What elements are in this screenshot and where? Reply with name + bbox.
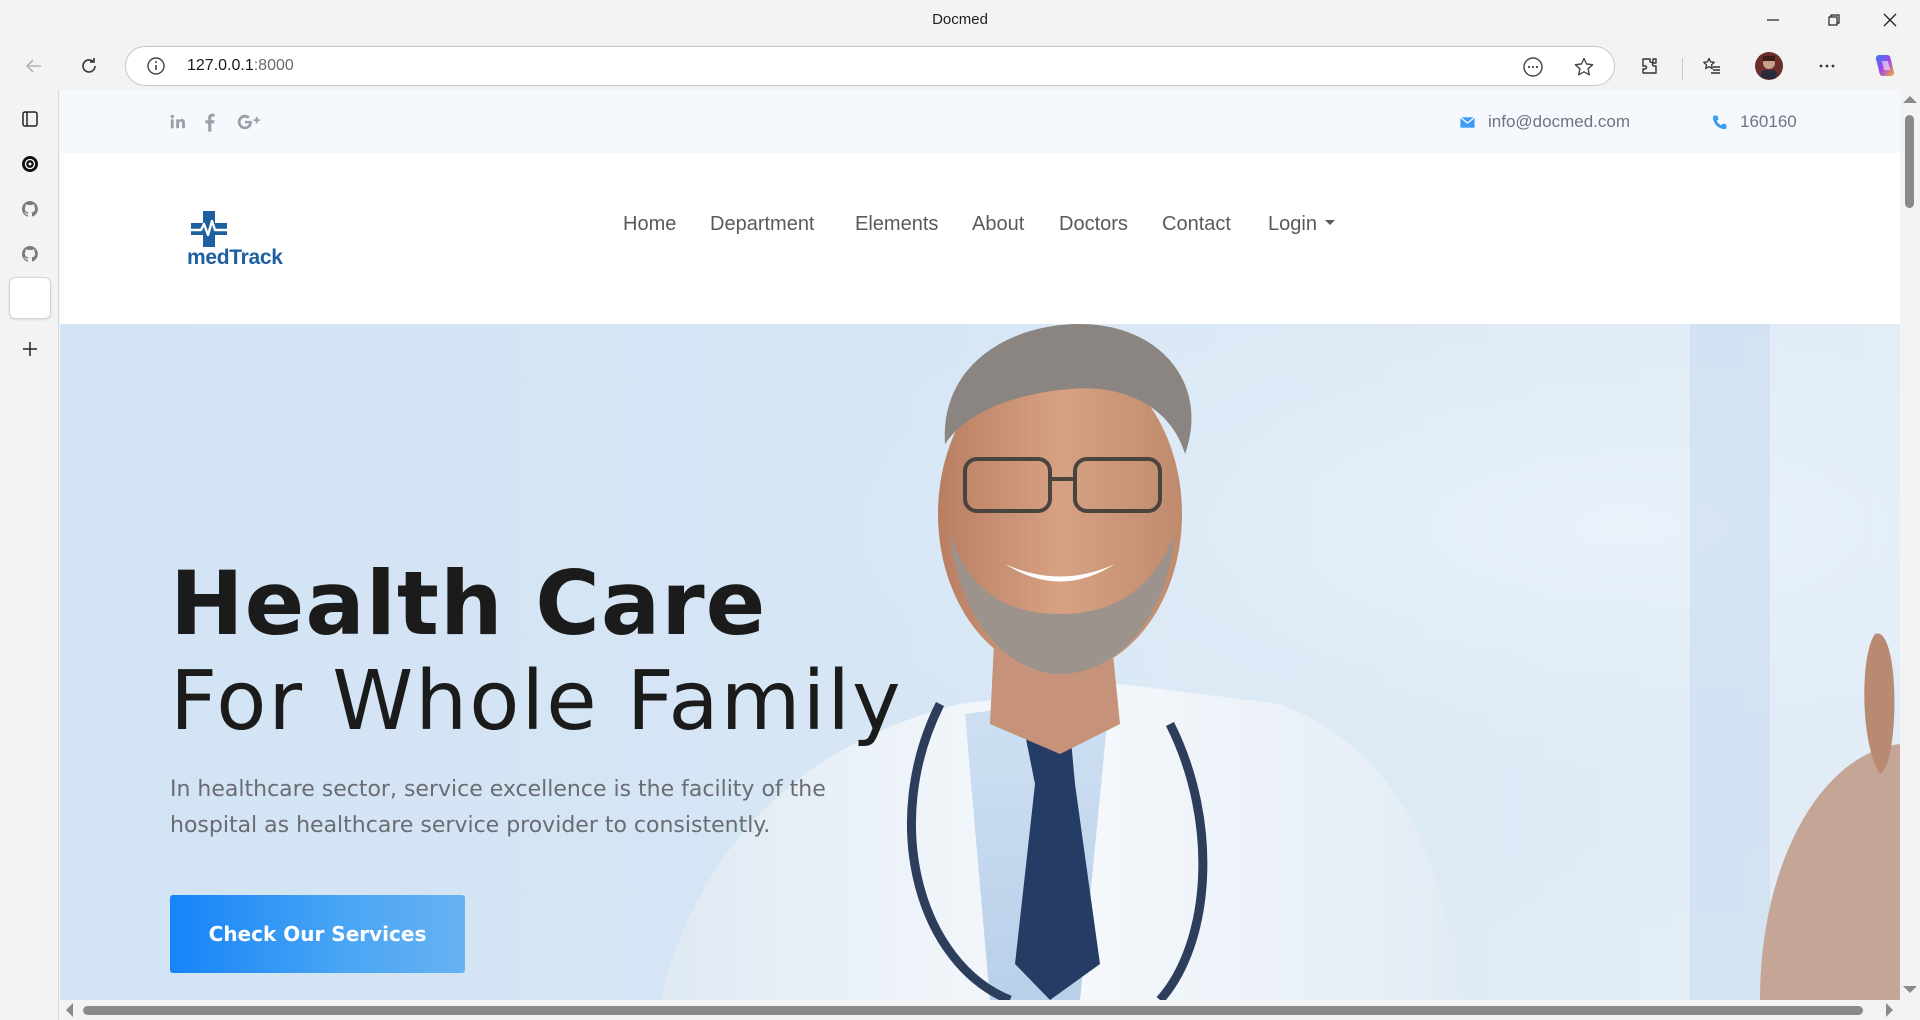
scroll-up-arrow-icon[interactable] xyxy=(1903,96,1917,103)
tab-actions-button[interactable] xyxy=(14,103,46,135)
tabs-icon xyxy=(22,111,38,127)
nav-login-label: Login xyxy=(1268,213,1317,235)
hero-subtitle: For Whole Family xyxy=(170,654,903,749)
phone-text: 160160 xyxy=(1740,112,1797,131)
reading-mode-icon[interactable] xyxy=(1522,56,1544,78)
minimize-button[interactable] xyxy=(1747,0,1799,40)
refresh-button[interactable] xyxy=(71,48,107,84)
refresh-icon xyxy=(82,58,96,73)
window-titlebar: Docmed xyxy=(0,0,1920,40)
openai-icon xyxy=(22,156,38,172)
linkedin-icon xyxy=(170,114,185,129)
linkedin-link[interactable] xyxy=(168,110,188,134)
favorites-list-icon xyxy=(1703,57,1720,74)
copilot-button[interactable] xyxy=(1866,48,1902,84)
avatar xyxy=(1755,52,1783,80)
copilot-icon xyxy=(1875,55,1895,76)
window-title: Docmed xyxy=(932,11,988,28)
page-viewport: info@docmed.com 160160 medTrack Home Dep… xyxy=(60,90,1900,1000)
plus-icon xyxy=(23,342,37,356)
logo-wordmark: medTrack xyxy=(187,246,283,269)
browser-toolbar: 127.0.0.1:8000 xyxy=(0,40,1920,90)
puzzle-icon xyxy=(1642,58,1657,74)
site-info-icon[interactable] xyxy=(146,56,166,76)
back-button[interactable] xyxy=(16,48,52,84)
hero-title: Health Care xyxy=(170,552,767,655)
header-topbar: info@docmed.com 160160 xyxy=(60,90,1900,153)
email-text: info@docmed.com xyxy=(1488,112,1630,131)
github-icon xyxy=(21,201,38,217)
more-menu-button[interactable] xyxy=(1809,48,1845,84)
header-email[interactable]: info@docmed.com xyxy=(1459,110,1630,134)
toolbar-divider xyxy=(1682,58,1683,80)
profile-button[interactable] xyxy=(1751,48,1787,84)
github-icon xyxy=(21,246,38,262)
facebook-icon xyxy=(204,113,215,132)
caret-down-icon xyxy=(1324,220,1335,226)
extensions-button[interactable] xyxy=(1631,48,1667,84)
address-bar[interactable]: 127.0.0.1:8000 xyxy=(125,46,1615,86)
nav-login-dropdown[interactable]: Login xyxy=(1268,213,1335,236)
ellipsis-icon xyxy=(1819,64,1835,68)
scroll-left-arrow-icon[interactable] xyxy=(66,1003,73,1017)
restore-icon xyxy=(1828,14,1840,26)
scroll-down-arrow-icon[interactable] xyxy=(1903,986,1917,993)
url-text[interactable]: 127.0.0.1:8000 xyxy=(187,57,294,75)
nav-menu: Home Department Elements About Doctors C… xyxy=(60,213,1900,249)
url-host: 127.0.0.1 xyxy=(187,57,254,74)
nav-contact[interactable]: Contact xyxy=(1162,213,1231,236)
nav-home[interactable]: Home xyxy=(623,213,676,236)
sidebar-active-tab[interactable] xyxy=(9,277,51,319)
scroll-right-arrow-icon[interactable] xyxy=(1886,1003,1893,1017)
close-icon xyxy=(1883,13,1897,27)
sidebar-github-2[interactable] xyxy=(14,238,46,270)
facebook-link[interactable] xyxy=(202,110,216,134)
favorite-star-icon[interactable] xyxy=(1573,56,1595,78)
url-port: :8000 xyxy=(253,57,294,74)
nav-doctors[interactable]: Doctors xyxy=(1059,213,1128,236)
envelope-icon xyxy=(1460,116,1475,128)
favorites-button[interactable] xyxy=(1694,48,1730,84)
vertical-scrollbar[interactable] xyxy=(1900,90,1920,1000)
arrow-left-icon xyxy=(25,59,41,73)
sidebar-chatgpt[interactable] xyxy=(14,148,46,180)
sidebar-add-button[interactable] xyxy=(14,333,46,365)
hero-description: In healthcare sector, service excellence… xyxy=(170,777,826,838)
horizontal-scrollbar[interactable] xyxy=(60,1000,1900,1020)
nav-about[interactable]: About xyxy=(972,213,1024,236)
check-services-button[interactable]: Check Our Services xyxy=(170,895,465,973)
browser-sidebar xyxy=(0,90,59,1020)
phone-icon xyxy=(1712,114,1727,129)
header-phone[interactable]: 160160 xyxy=(1711,110,1797,134)
vertical-scroll-thumb[interactable] xyxy=(1905,115,1914,208)
nav-department[interactable]: Department xyxy=(710,213,815,236)
hero-banner: Health Care For Whole Family In healthca… xyxy=(60,324,1900,1000)
close-window-button[interactable] xyxy=(1864,0,1916,40)
google-plus-link[interactable] xyxy=(235,110,263,134)
restore-button[interactable] xyxy=(1808,0,1860,40)
sidebar-github-1[interactable] xyxy=(14,193,46,225)
minimize-icon xyxy=(1767,19,1779,21)
nav-elements[interactable]: Elements xyxy=(855,213,938,236)
main-navbar: medTrack Home Department Elements About … xyxy=(60,153,1900,324)
horizontal-scroll-thumb[interactable] xyxy=(83,1006,1863,1015)
google-plus-icon xyxy=(237,114,260,130)
